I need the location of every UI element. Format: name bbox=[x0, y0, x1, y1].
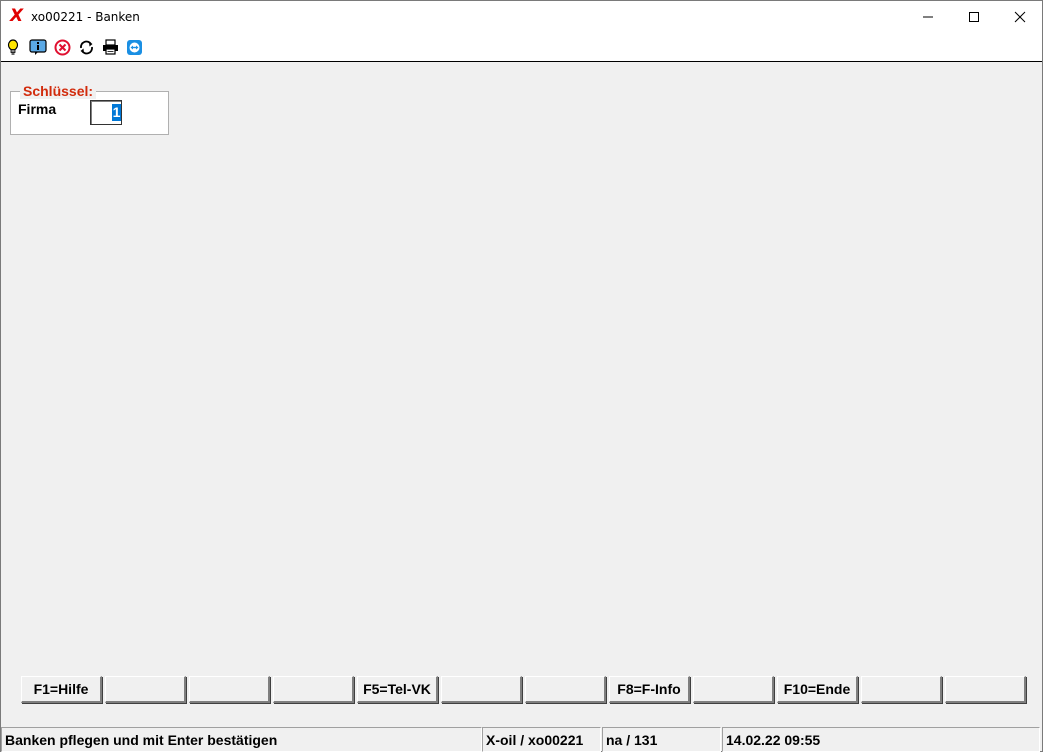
close-icon bbox=[1014, 11, 1026, 22]
app-logo-icon: X bbox=[10, 6, 24, 26]
info-icon bbox=[29, 38, 47, 55]
window-title: xo00221 - Banken bbox=[31, 10, 140, 24]
status-program: X-oil / xo00221 bbox=[482, 727, 601, 752]
lightbulb-icon bbox=[7, 39, 19, 55]
app-window: X xo00221 - Banken Schlüssel: Firma 1 F1… bbox=[0, 0, 1043, 752]
key-group-legend: Schlüssel: bbox=[20, 83, 97, 99]
f12-button[interactable] bbox=[945, 676, 1026, 703]
firma-input-value: 1 bbox=[112, 104, 121, 121]
minimize-icon bbox=[923, 16, 933, 17]
maximize-button[interactable] bbox=[951, 1, 997, 32]
refresh-button[interactable] bbox=[77, 38, 95, 56]
f10-end-button[interactable]: F10=Ende bbox=[777, 676, 858, 703]
f1-help-button[interactable]: F1=Hilfe bbox=[21, 676, 102, 703]
f9-button[interactable] bbox=[693, 676, 774, 703]
f8-f-info-button[interactable]: F8=F-Info bbox=[609, 676, 690, 703]
cancel-button[interactable] bbox=[53, 38, 71, 56]
status-datetime: 14.02.22 09:55 bbox=[722, 727, 1040, 752]
firma-label: Firma bbox=[18, 101, 57, 117]
maximize-icon bbox=[969, 11, 979, 22]
printer-icon bbox=[102, 39, 118, 55]
f3-button[interactable] bbox=[189, 676, 270, 703]
f6-button[interactable] bbox=[441, 676, 522, 703]
minimize-button[interactable] bbox=[905, 1, 951, 32]
title-bar[interactable]: X xo00221 - Banken bbox=[1, 1, 1042, 32]
f4-button[interactable] bbox=[273, 676, 354, 703]
remote-support-icon bbox=[126, 39, 142, 55]
remote-support-button[interactable] bbox=[125, 38, 143, 56]
lightbulb-button[interactable] bbox=[4, 38, 22, 56]
cancel-icon bbox=[54, 39, 70, 55]
function-key-bar: F1=Hilfe F5=Tel-VK F8=F-Info F10=Ende bbox=[21, 676, 1027, 704]
info-button[interactable] bbox=[29, 38, 47, 56]
f5-tel-vk-button[interactable]: F5=Tel-VK bbox=[357, 676, 438, 703]
status-bar: Banken pflegen und mit Enter bestätigen … bbox=[1, 727, 1042, 752]
print-button[interactable] bbox=[101, 38, 119, 56]
status-message: Banken pflegen und mit Enter bestätigen bbox=[1, 727, 482, 752]
f7-button[interactable] bbox=[525, 676, 606, 703]
refresh-icon bbox=[79, 40, 93, 54]
f11-button[interactable] bbox=[861, 676, 942, 703]
toolbar bbox=[1, 32, 1042, 62]
status-user: na / 131 bbox=[602, 727, 721, 752]
f2-button[interactable] bbox=[105, 676, 186, 703]
close-button[interactable] bbox=[997, 1, 1043, 32]
firma-input[interactable]: 1 bbox=[90, 100, 122, 125]
